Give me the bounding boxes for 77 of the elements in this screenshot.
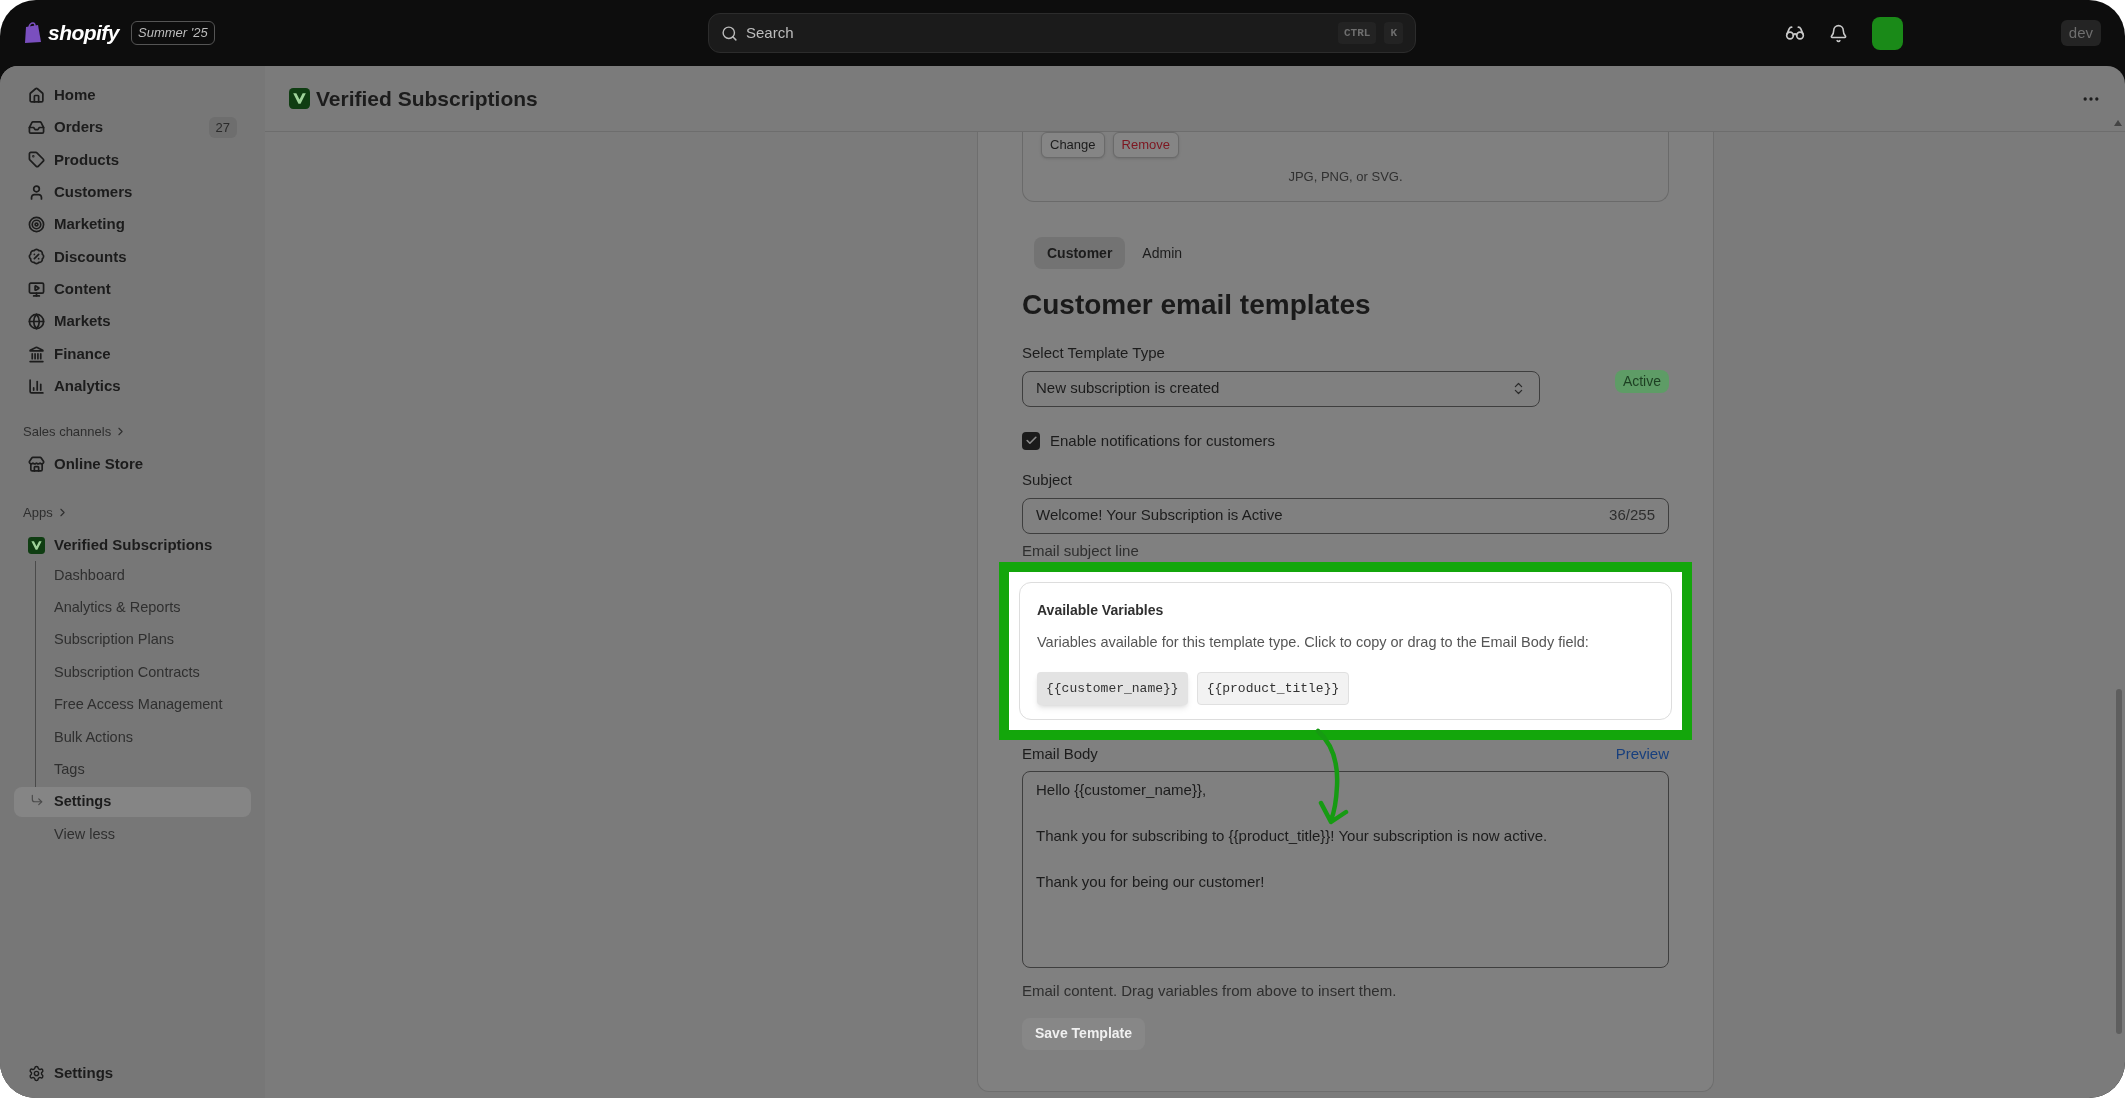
scrollbar-thumb[interactable] (2116, 689, 2122, 1034)
percent-badge-icon (28, 248, 45, 266)
sidebar-item[interactable]: Orders 27 (14, 112, 251, 143)
sidebar-item[interactable]: Content (14, 274, 251, 305)
status-badge: Active (1614, 369, 1669, 393)
section-link[interactable]: Sales channels (14, 421, 137, 441)
character-counter: 36/255 (1609, 505, 1655, 526)
sidebar-item[interactable]: Markets (14, 306, 251, 337)
app-logo-icon (289, 88, 310, 109)
sidebar-item[interactable]: Marketing (14, 209, 251, 240)
sidebar-item[interactable]: Settings (14, 1058, 251, 1088)
sidebar-subitem[interactable]: Settings (14, 787, 251, 818)
keyboard-key: K (1384, 21, 1403, 45)
search-icon (721, 24, 738, 42)
sidebar-item[interactable]: Verified Subscriptions (14, 530, 251, 561)
monitor-icon (28, 280, 45, 298)
bell-icon[interactable] (1828, 23, 1848, 43)
help-text: Email subject line (1022, 540, 1140, 561)
person-icon (28, 183, 45, 201)
app-logo-icon (28, 537, 45, 554)
sidebar-subitem[interactable]: Free Access Management (14, 690, 251, 721)
file-type-hint: JPG, PNG, or SVG. (1288, 168, 1403, 186)
store-badge: dev (2060, 19, 2101, 47)
page-title: Verified Subscriptions (316, 85, 538, 112)
panel-title: Available Variables (1037, 601, 1165, 620)
variable-chip[interactable]: {{product_title}} (1196, 671, 1350, 705)
sidebar-subitem[interactable]: Tags (14, 754, 251, 785)
subject-field[interactable]: Welcome! Your Subscription is Active 36/255 (1022, 497, 1669, 534)
email-body-field[interactable]: Hello {{customer_name}}, Thank you for subscribing to {{product_title}}! Your subscription is now active. Thank you for being our customer! (1022, 771, 1669, 969)
variable-chip[interactable]: {{customer_name}} (1037, 671, 1188, 705)
count-badge: 27 (208, 116, 237, 139)
storefront-icon (28, 455, 45, 473)
sidebar-subitem[interactable]: Analytics & Reports (14, 592, 251, 623)
sidebar-item[interactable]: Finance (14, 339, 251, 370)
search-placeholder: Search (746, 22, 795, 43)
sidebar-item[interactable]: Home (14, 80, 251, 110)
bank-icon (28, 345, 45, 363)
panel-description: Variables available for this template type. Click to copy or drag to the Email Body field: (1037, 633, 1590, 652)
field-label: Email Body (1022, 743, 1098, 764)
field-label: Select Template Type (1022, 343, 1166, 363)
preview-link[interactable]: Preview (1615, 742, 1669, 766)
tab[interactable]: Customer (1034, 237, 1126, 269)
field-label: Subject (1022, 470, 1074, 490)
sidebar-item[interactable]: Customers (14, 177, 251, 208)
store-avatar[interactable] (1871, 16, 1903, 50)
template-type-select[interactable]: New subscription is created (1022, 370, 1540, 407)
sidebar-subitem[interactable]: Bulk Actions (14, 722, 251, 753)
sidebar-item[interactable]: Discounts (14, 241, 251, 272)
view-less-link[interactable]: View less (14, 819, 115, 850)
tag-icon (28, 151, 45, 169)
shopping-bag-icon (24, 22, 42, 44)
globe-icon (28, 313, 45, 331)
edition-badge: Summer '25 (131, 21, 215, 45)
keyboard-key: CTRL (1338, 21, 1377, 45)
tree-branch-icon (30, 793, 44, 808)
remove-button[interactable]: Remove (1112, 132, 1179, 158)
sidebar-subitem[interactable]: Dashboard (14, 560, 251, 591)
help-text: Email content. Drag variables from above to insert them. (1022, 981, 1398, 1002)
checkbox[interactable] (1022, 431, 1040, 450)
bar-chart-icon (28, 378, 45, 395)
subject-text: Welcome! Your Subscription is Active (1036, 505, 1284, 526)
section-heading: Customer email templates (1022, 288, 1372, 322)
home-icon (28, 86, 45, 104)
search-field[interactable]: Search CTRL K (708, 13, 1416, 53)
section-link[interactable]: Apps (14, 503, 78, 523)
sidebar-item[interactable]: Online Store (14, 449, 251, 479)
sidebar-subitem[interactable]: Subscription Contracts (14, 657, 251, 688)
checkbox-label: Enable notifications for customers (1050, 430, 1276, 451)
inbox-icon (28, 118, 45, 136)
brand-name: shopify (48, 20, 119, 47)
sidebar-item[interactable]: Analytics (14, 371, 251, 402)
tab[interactable]: Admin (1129, 237, 1196, 269)
settings-icon (28, 1064, 45, 1082)
sidebar-item[interactable]: Products (14, 144, 251, 175)
target-icon (28, 216, 45, 234)
change-button[interactable]: Change (1041, 132, 1105, 158)
sidebar-subitem[interactable]: Subscription Plans (14, 625, 251, 656)
